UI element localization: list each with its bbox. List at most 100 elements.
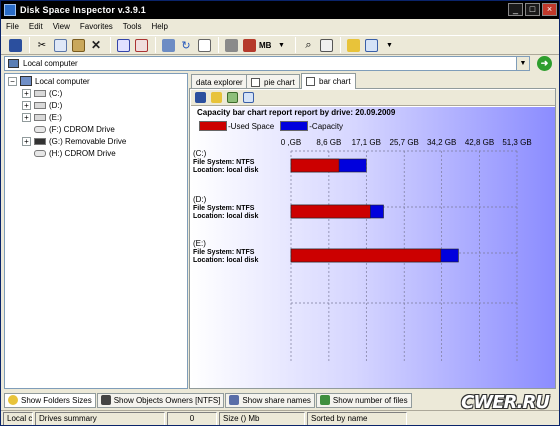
window-controls: _ □ ×: [508, 3, 557, 16]
chart-table-button[interactable]: [241, 91, 255, 105]
drive-label: (C:): [193, 149, 207, 158]
app-icon: [4, 4, 16, 16]
find-button[interactable]: ⌕: [300, 37, 316, 53]
bottom-tab-label: Show number of files: [332, 395, 408, 405]
chart-save-button[interactable]: [193, 91, 207, 105]
tree-item-g[interactable]: + (G:) Removable Drive: [22, 135, 126, 147]
tab-bar-chart[interactable]: bar chart: [301, 73, 356, 89]
tree-item-label: (C:): [49, 88, 63, 98]
drives-button[interactable]: [223, 37, 239, 53]
view-tabs: data explorer pie chart bar chart: [189, 73, 556, 89]
image-icon: [226, 92, 238, 103]
report-icon: [116, 38, 130, 52]
chevron-down-icon: ▼: [519, 60, 527, 67]
tab-data-explorer[interactable]: data explorer: [191, 74, 248, 89]
chart-image-button[interactable]: [225, 91, 239, 105]
minimize-icon[interactable]: _: [508, 3, 523, 16]
hard-drive-icon: [34, 89, 46, 97]
bottom-tab-label: Show share names: [242, 395, 311, 405]
menu-edit[interactable]: Edit: [24, 22, 48, 31]
maximize-icon[interactable]: □: [525, 3, 540, 16]
delete-button[interactable]: ✕: [88, 37, 104, 53]
tab-show-number-of-files[interactable]: Show number of files: [315, 392, 412, 408]
x-tick-label: 0 ,GB: [281, 138, 301, 147]
tree-item-d[interactable]: + (D:): [22, 99, 62, 111]
address-dropdown-button[interactable]: ▼: [516, 57, 529, 70]
watermark-logo: CWER.RU: [461, 389, 553, 419]
disk-tools-button[interactable]: [241, 37, 257, 53]
layout-button[interactable]: [363, 37, 379, 53]
tab-pie-chart[interactable]: pie chart: [246, 74, 300, 89]
menu-favorites[interactable]: Favorites: [75, 22, 118, 31]
export-button[interactable]: [133, 37, 149, 53]
tab-show-share-names[interactable]: Show share names: [225, 392, 315, 408]
app-window: Disk Space Inspector v.3.9.1 _ □ × File …: [0, 0, 560, 426]
tree-item-e[interactable]: + (E:): [22, 111, 62, 123]
status-count: 0: [167, 411, 217, 425]
report-button[interactable]: [115, 37, 131, 53]
favorites-button[interactable]: [345, 37, 361, 53]
expand-icon[interactable]: +: [22, 136, 31, 146]
expand-icon[interactable]: +: [22, 100, 31, 110]
drive-label: (E:): [193, 239, 206, 248]
drive-location: Location: local disk: [193, 257, 258, 264]
properties-button[interactable]: [196, 37, 212, 53]
tree-item-label: (D:): [49, 100, 63, 110]
drive-tree[interactable]: − Local computer + (C:) + (D:) + (E:) (F…: [4, 73, 188, 389]
toolbar-separator: [29, 37, 30, 53]
window-title: Disk Space Inspector v.3.9.1: [20, 5, 146, 15]
properties-icon: [197, 38, 211, 52]
tab-label: pie chart: [264, 77, 295, 87]
address-combo[interactable]: Local computer ▼: [4, 56, 530, 71]
export-icon: [134, 38, 148, 52]
tree-root[interactable]: − Local computer: [8, 75, 90, 87]
layout-dropdown[interactable]: ▼: [381, 37, 397, 53]
used-space-bar: [290, 248, 442, 263]
tab-show-objects-owners[interactable]: Show Objects Owners [NTFS]: [96, 392, 225, 408]
collapse-icon[interactable]: −: [8, 76, 17, 86]
tree-item-label: (H:) CDROM Drive: [49, 148, 116, 158]
pie-chart-icon: [251, 77, 260, 87]
refresh-icon: ↻: [181, 39, 191, 52]
folder-sizes-icon: [8, 395, 18, 405]
main-toolbar: ✂ ✕ ↻ MB ▼ ⌕ ▼: [1, 35, 559, 55]
star-folder-icon: [346, 38, 360, 52]
tab-label: data explorer: [196, 77, 243, 87]
expand-icon[interactable]: +: [22, 88, 31, 98]
tree-item-label: (F:) CDROM Drive: [49, 124, 115, 134]
menu-view[interactable]: View: [48, 22, 75, 31]
menu-tools[interactable]: Tools: [118, 22, 147, 31]
copy-icon: [53, 38, 67, 52]
x-tick-label: 25,7 GB: [390, 138, 419, 147]
menu-file[interactable]: File: [1, 22, 24, 31]
paste-button[interactable]: [70, 37, 86, 53]
tree-item-f[interactable]: (F:) CDROM Drive: [22, 123, 115, 135]
used-space-bar: [290, 204, 371, 219]
tab-show-folders-sizes[interactable]: Show Folders Sizes: [4, 392, 96, 408]
expand-icon[interactable]: +: [22, 112, 31, 122]
x-tick-label: 17,1 GB: [352, 138, 381, 147]
open-button[interactable]: [160, 37, 176, 53]
tree-item-c[interactable]: + (C:): [22, 87, 62, 99]
content-panel: data explorer pie chart bar chart Capaci…: [189, 73, 556, 389]
status-location: Local co: [3, 411, 33, 425]
table-icon: [242, 92, 254, 103]
chart-open-button[interactable]: [209, 91, 223, 105]
refresh-button[interactable]: ↻: [178, 37, 194, 53]
units-dropdown[interactable]: ▼: [273, 37, 289, 53]
folder-arrow-icon: [161, 38, 175, 52]
toolbar-separator: [218, 37, 219, 53]
find-file-button[interactable]: [318, 37, 334, 53]
save-button[interactable]: [7, 37, 23, 53]
units-label[interactable]: MB: [259, 41, 271, 50]
copy-button[interactable]: [52, 37, 68, 53]
menu-help[interactable]: Help: [146, 22, 172, 31]
floppy-icon: [194, 92, 206, 103]
cut-button[interactable]: ✂: [34, 37, 50, 53]
tab-label: bar chart: [319, 77, 351, 86]
go-button[interactable]: ➜: [537, 56, 552, 71]
close-icon[interactable]: ×: [542, 3, 557, 16]
hard-drive-icon: [34, 113, 46, 121]
title-bar[interactable]: Disk Space Inspector v.3.9.1 _ □ ×: [1, 1, 559, 19]
tree-item-h[interactable]: (H:) CDROM Drive: [22, 147, 116, 159]
